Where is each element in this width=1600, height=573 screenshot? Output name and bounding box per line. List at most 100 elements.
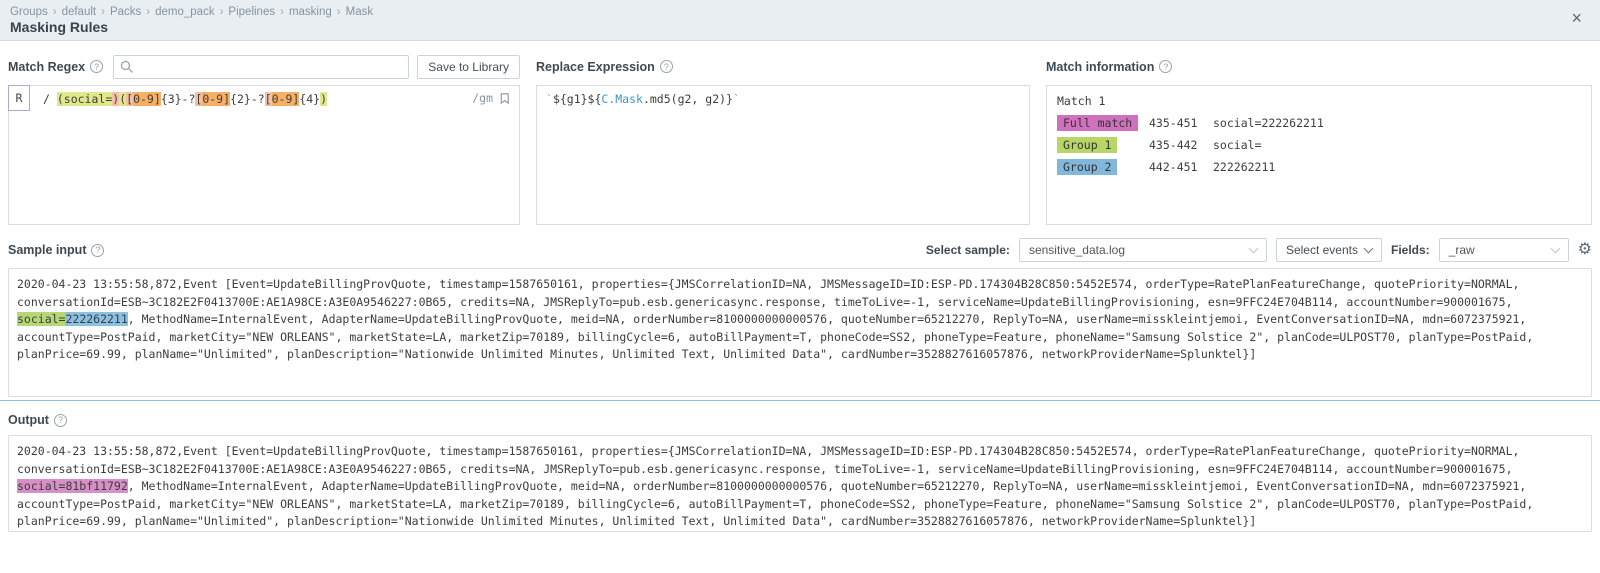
log-line: 2020-04-23 13:55:58,872,Event [Event=Upd… — [17, 443, 1583, 461]
close-icon[interactable]: × — [1571, 9, 1582, 27]
log-line: accountType=PostPaid, marketCity="NEW OR… — [17, 496, 1583, 514]
settings-gear-icon[interactable]: ⚙ — [1578, 242, 1592, 258]
match-chip: Group 2 — [1057, 159, 1117, 175]
select-events-button[interactable]: Select events — [1276, 238, 1382, 262]
regex-pattern: / (social=)([0-9]{3}-?[0-9]{2}-?[0-9]{4}… — [43, 92, 327, 106]
match-row: Group 2 442-451222262211 — [1057, 159, 1581, 175]
library-bookmark-icon[interactable] — [498, 92, 511, 105]
token-segment: ` — [546, 92, 553, 106]
sample-select-value: sensitive_data.log — [1029, 243, 1125, 257]
sample-input-header: Sample input ? Select sample: sensitive_… — [8, 237, 1592, 263]
text-segment: ${g1}${ — [553, 92, 601, 106]
token-segment: 0-9] — [133, 92, 161, 106]
text-segment: planPrice=69.99, planName="Unlimited", p… — [17, 347, 1256, 361]
text-segment: 2020-04-23 13:55:58,872,Event [Event=Upd… — [17, 444, 1519, 458]
text-segment: accountType=PostPaid, marketCity="NEW OR… — [17, 330, 1533, 344]
fields-label: Fields: — [1391, 243, 1430, 257]
match-row: Group 1 435-442social= — [1057, 137, 1581, 153]
save-to-library-button[interactable]: Save to Library — [417, 55, 520, 79]
select-events-label: Select events — [1286, 243, 1358, 257]
breadcrumb-item[interactable]: default — [62, 6, 97, 18]
match-range: 442-451 — [1149, 160, 1213, 174]
text-segment: {4} — [299, 92, 320, 106]
token-segment: (social= — [57, 92, 112, 106]
token-segment: ` — [733, 92, 740, 106]
text-segment: 2020-04-23 13:55:58,872,Event [Event=Upd… — [17, 277, 1519, 291]
fields-select[interactable]: _raw — [1439, 238, 1569, 262]
breadcrumb-item[interactable]: demo_pack — [155, 6, 214, 18]
log-line: 2020-04-23 13:55:58,872,Event [Event=Upd… — [17, 276, 1583, 294]
masking-rules-modal: Groups › default › Packs › demo_pack › Pipelines… — [0, 0, 1600, 573]
output-header: Output ? — [8, 410, 1592, 430]
breadcrumb-item[interactable]: Packs — [110, 6, 141, 18]
replace-expression-label: Replace Expression — [536, 60, 655, 74]
text-segment: planPrice=69.99, planName="Unlimited", p… — [17, 514, 1256, 528]
match-rows: Full match435-451social=222262211Group 1… — [1057, 115, 1581, 175]
match-regex-label: Match Regex — [8, 60, 85, 74]
page-title: Masking Rules — [10, 19, 1584, 35]
sample-input-box: 2020-04-23 13:55:58,872,Event [Event=Upd… — [8, 268, 1592, 397]
match-value: 222262211 — [1213, 160, 1275, 174]
text-segment: , MethodName=InternalEvent, AdapterName=… — [128, 479, 1527, 493]
sample-input-label: Sample input — [8, 243, 86, 257]
regex-flags: /gm — [472, 91, 493, 105]
select-sample-label: Select sample: — [926, 243, 1010, 257]
token-segment: [ — [265, 92, 272, 106]
chevron-down-icon — [1248, 243, 1258, 253]
log-line: social=81bf11792, MethodName=InternalEve… — [17, 478, 1583, 496]
regex-editor[interactable]: R / (social=)([0-9]{3}-?[0-9]{2}-?[0-9]{… — [8, 85, 520, 225]
help-icon[interactable]: ? — [91, 244, 104, 257]
token-segment: C.Mask — [601, 92, 643, 106]
breadcrumb: Groups › default › Packs › demo_pack › Pipelines… — [10, 6, 1584, 18]
log-line: accountType=PostPaid, marketCity="NEW OR… — [17, 329, 1583, 347]
log-line: planPrice=69.99, planName="Unlimited", p… — [17, 346, 1583, 364]
match-chip: Group 1 — [1057, 137, 1117, 153]
match-chip: Full match — [1057, 115, 1138, 131]
breadcrumb-separator: › — [337, 6, 341, 18]
help-icon[interactable]: ? — [1159, 60, 1172, 73]
match-value: social= — [1213, 138, 1261, 152]
output-label: Output — [8, 413, 49, 427]
replace-expression-editor[interactable]: `${g1}${C.Mask.md5(g2, g2)}` — [536, 85, 1030, 225]
chevron-down-icon — [1364, 243, 1374, 253]
match-row: Full match 435-451social=222262211 — [1057, 115, 1581, 131]
text-segment: / — [43, 92, 57, 106]
breadcrumb-separator: › — [220, 6, 224, 18]
breadcrumb-separator: › — [53, 6, 57, 18]
chevron-down-icon — [1550, 243, 1560, 253]
breadcrumb-separator: › — [146, 6, 150, 18]
breadcrumb-item[interactable]: masking — [289, 6, 332, 18]
help-icon[interactable]: ? — [54, 414, 67, 427]
sample-select[interactable]: sensitive_data.log — [1019, 238, 1267, 262]
text-segment: , MethodName=InternalEvent, AdapterName=… — [128, 312, 1527, 326]
replace-expression-value: `${g1}${C.Mask.md5(g2, g2)}` — [546, 92, 740, 106]
match-information-label: Match information — [1046, 60, 1154, 74]
text-segment: .md5(g2, g2)} — [643, 92, 733, 106]
match-value: social=222262211 — [1213, 116, 1324, 130]
search-icon — [120, 60, 134, 74]
highlight-segment: 222262211 — [65, 312, 127, 326]
match-range: 435-442 — [1149, 138, 1213, 152]
breadcrumb-separator: › — [280, 6, 284, 18]
regex-badge: R — [8, 85, 30, 111]
text-segment: {2}-? — [230, 92, 265, 106]
match-title: Match 1 — [1057, 94, 1581, 108]
pane-splitter[interactable] — [0, 400, 1600, 401]
match-information-box: Match 1 Full match435-451social=22226221… — [1046, 85, 1592, 225]
text-segment: {3}-? — [161, 92, 196, 106]
breadcrumb-separator: › — [101, 6, 105, 18]
highlight-segment: social=81bf11792 — [17, 479, 128, 493]
highlight-segment: social= — [17, 312, 65, 326]
token-segment: ) — [320, 92, 327, 106]
replace-expression-panel: Replace Expression ? `${g1}${C.Mask.md5(… — [536, 54, 1030, 225]
breadcrumb-item[interactable]: Groups — [10, 6, 48, 18]
breadcrumb-item[interactable]: Mask — [346, 6, 373, 18]
regex-search-input[interactable] — [113, 55, 409, 79]
token-segment: 0-9] — [202, 92, 230, 106]
breadcrumb-item[interactable]: Pipelines — [228, 6, 275, 18]
match-range: 435-451 — [1149, 116, 1213, 130]
text-segment: conversationId=ESB~3C182E2F0413700E:AE1A… — [17, 295, 1513, 309]
help-icon[interactable]: ? — [90, 60, 103, 73]
help-icon[interactable]: ? — [660, 60, 673, 73]
output-box: 2020-04-23 13:55:58,872,Event [Event=Upd… — [8, 435, 1592, 532]
